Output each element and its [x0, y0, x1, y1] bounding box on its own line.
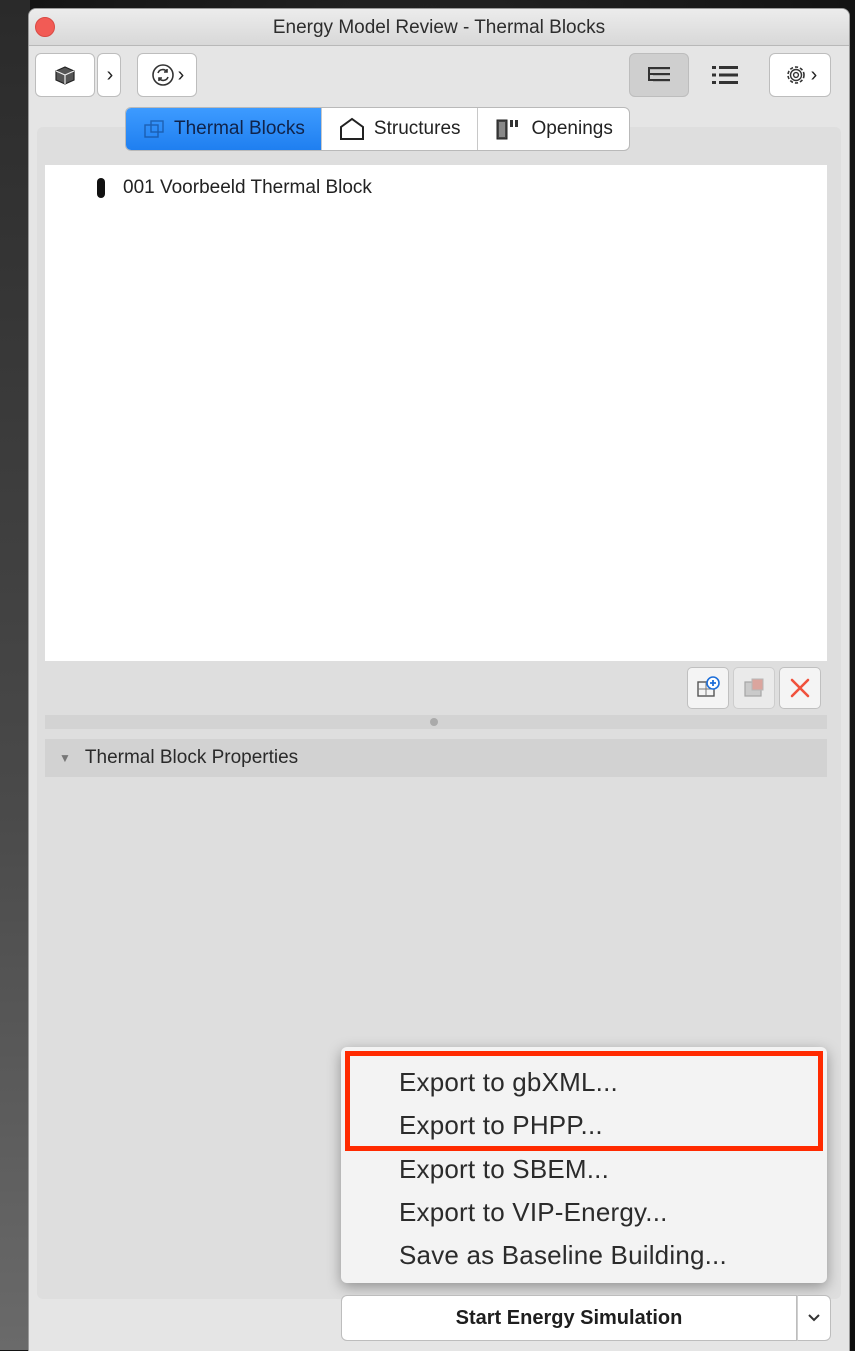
titlebar: Energy Model Review - Thermal Blocks [29, 9, 849, 46]
bullet-list-icon [712, 66, 738, 84]
simulation-options-dropdown[interactable] [797, 1295, 831, 1341]
add-thermal-block-button[interactable] [687, 667, 729, 709]
tab-label: Openings [531, 118, 613, 139]
house-icon [339, 117, 364, 140]
tab-bar: Thermal Blocks Structures Openings [125, 107, 630, 151]
door-icon [496, 119, 518, 140]
delete-thermal-block-button[interactable] [779, 667, 821, 709]
start-energy-simulation-button[interactable]: Start Energy Simulation [341, 1295, 797, 1341]
chevron-down-icon [808, 1314, 820, 1322]
gear-icon [786, 66, 805, 84]
block-settings-icon [744, 678, 764, 697]
refresh-button[interactable]: › [137, 53, 197, 97]
menu-item-save-baseline[interactable]: Save as Baseline Building... [399, 1240, 727, 1271]
thermal-block-color-icon [97, 178, 105, 198]
tab-label: Structures [373, 118, 461, 139]
chevron-right-icon: › [106, 63, 114, 86]
model-view-button[interactable] [35, 53, 95, 97]
start-button-label: Start Energy Simulation [455, 1306, 683, 1329]
tab-openings[interactable]: Openings [478, 108, 629, 150]
settings-button[interactable]: › [769, 53, 831, 97]
list-action-buttons [687, 667, 821, 709]
desktop-background [0, 0, 30, 1350]
refresh-icon [151, 64, 174, 86]
tab-thermal-blocks[interactable]: Thermal Blocks [126, 108, 322, 150]
energy-model-review-window: Energy Model Review - Thermal Blocks › › [28, 8, 850, 1351]
disclosure-triangle-icon[interactable]: ▼ [59, 751, 71, 765]
thermal-block-icon [144, 120, 164, 138]
chevron-right-icon: › [810, 63, 818, 86]
tree-list-icon [648, 67, 670, 82]
model-view-dropdown[interactable]: › [97, 53, 121, 97]
building-3d-icon [55, 66, 75, 85]
close-icon [790, 678, 810, 698]
edit-thermal-block-button[interactable] [733, 667, 775, 709]
splitter-grip[interactable] [430, 718, 438, 726]
add-block-icon [697, 676, 720, 697]
highlight-annotation [345, 1051, 823, 1151]
menu-item-export-sbem[interactable]: Export to SBEM... [399, 1154, 609, 1185]
tab-label: Thermal Blocks [174, 118, 305, 139]
list-view-button[interactable] [699, 53, 751, 97]
tree-view-button[interactable] [629, 53, 689, 97]
list-item-label: 001 Voorbeeld Thermal Block [123, 177, 372, 198]
thermal-block-properties-header[interactable]: ▼ Thermal Block Properties [45, 739, 827, 777]
thermal-block-list[interactable]: 001 Voorbeeld Thermal Block [45, 165, 827, 661]
list-item[interactable]: 001 Voorbeeld Thermal Block [97, 177, 372, 199]
properties-header-label: Thermal Block Properties [84, 747, 299, 768]
menu-item-export-vip-energy[interactable]: Export to VIP-Energy... [399, 1197, 668, 1228]
panel-splitter[interactable] [45, 715, 827, 729]
window-title: Energy Model Review - Thermal Blocks [272, 17, 606, 38]
chevron-right-icon: › [177, 63, 185, 86]
tab-structures[interactable]: Structures [322, 108, 478, 150]
